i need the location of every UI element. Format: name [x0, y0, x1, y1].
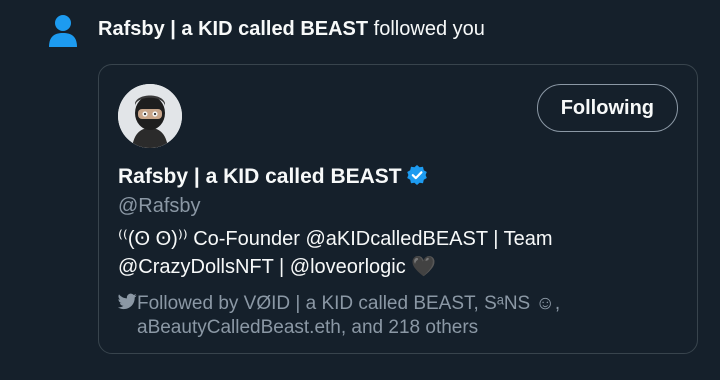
user-handle[interactable]: @Rafsby [118, 193, 201, 219]
person-icon [48, 14, 78, 48]
notification-text: Rafsby | a KID called BEAST followed you [98, 16, 485, 42]
display-name[interactable]: Rafsby | a KID called BEAST [118, 163, 428, 191]
bio-line: @CrazyDollsNFT | @loveorlogic 🖤 [118, 256, 437, 278]
bird-icon [117, 293, 137, 310]
follow-notification[interactable]: Rafsby | a KID called BEAST followed you [0, 0, 720, 60]
display-name-text[interactable]: Rafsby | a KID called BEAST [118, 165, 402, 188]
followed-by-text: Followed by VØID | a KID called BEAST, S… [117, 292, 688, 340]
verified-badge-icon [406, 164, 428, 186]
user-card[interactable]: Following Rafsby | a KID called BEAST @R… [98, 64, 698, 354]
following-button[interactable]: Following [536, 84, 678, 132]
notification-user-name[interactable]: Rafsby | a KID called BEAST [98, 18, 368, 40]
followed-by-line: aBeautyCalledBeast.eth, and 218 others [137, 317, 479, 338]
avatar[interactable] [118, 84, 182, 148]
followed-by-line1-text: Followed by VØID | a KID called BEAST, S… [137, 293, 561, 314]
bio-line: ⁽⁽(ʘ ʘ)⁾⁾ Co-Founder @aKIDcalledBEAST | … [118, 228, 553, 250]
user-bio: ⁽⁽(ʘ ʘ)⁾⁾ Co-Founder @aKIDcalledBEAST | … [118, 225, 678, 281]
notification-action-text: followed you [368, 18, 485, 40]
followed-by-line: Followed by VØID | a KID called BEAST, S… [117, 292, 688, 316]
